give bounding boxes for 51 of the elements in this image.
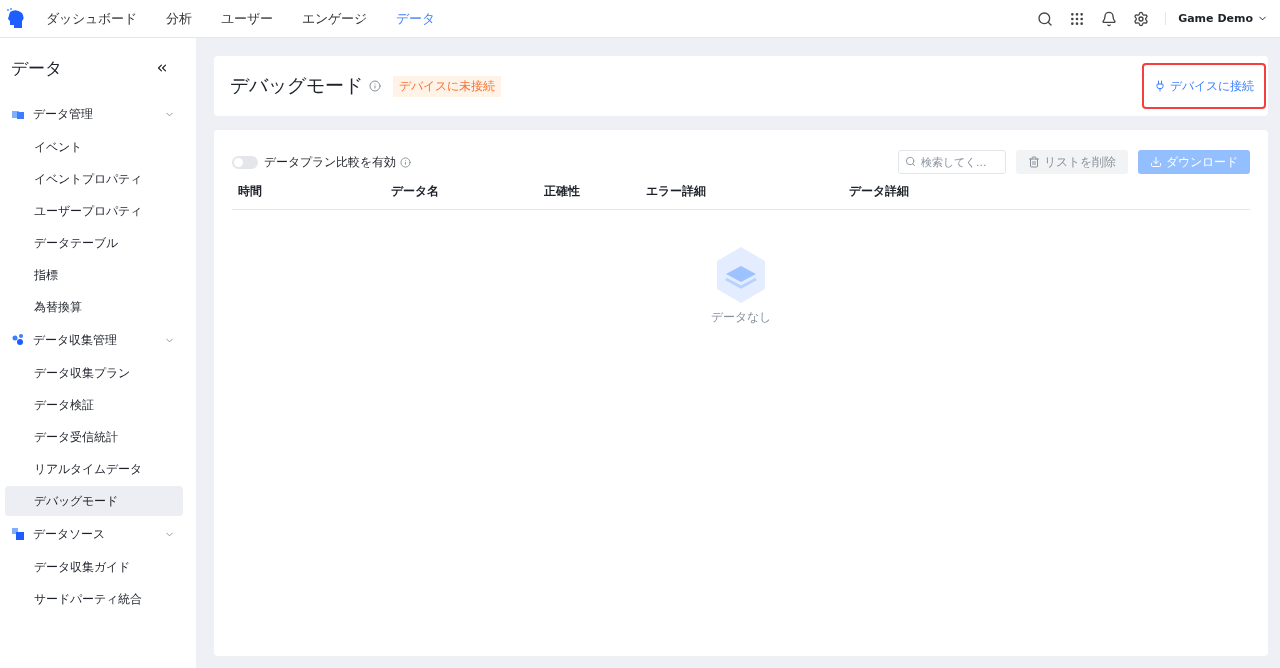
column-header: 時間 <box>238 184 263 199</box>
group-icon <box>11 333 25 347</box>
download-icon <box>1150 156 1162 168</box>
trash-icon <box>1028 156 1040 168</box>
plug-icon <box>1154 80 1166 92</box>
search-icon[interactable] <box>1037 10 1054 27</box>
nav-tab[interactable]: データ <box>396 9 435 28</box>
sidebar-item[interactable]: データテーブル <box>5 228 183 258</box>
empty-box-icon <box>716 246 766 304</box>
page-title: デバッグモード <box>230 73 363 98</box>
collapse-icon[interactable] <box>155 61 169 75</box>
group-label: データ収集管理 <box>33 331 118 349</box>
sidebar-item[interactable]: 為替換算 <box>5 292 183 322</box>
settings-icon[interactable] <box>1133 10 1150 27</box>
sidebar-group[interactable]: データ管理 <box>5 98 183 130</box>
nav-tab[interactable]: ユーザー <box>221 9 273 28</box>
nav-tab[interactable]: ダッシュボード <box>46 9 137 28</box>
sidebar-item[interactable]: デバッグモード <box>5 486 183 516</box>
search-field[interactable]: 検索してく... <box>898 150 1006 174</box>
account-menu[interactable]: Game Demo <box>1165 12 1268 25</box>
sidebar-item[interactable]: ユーザープロパティ <box>5 196 183 226</box>
column-header: 正確性 <box>544 184 581 199</box>
sidebar-item[interactable]: サードパーティ統合 <box>5 584 183 614</box>
connect-device-button[interactable]: デバイスに接続 <box>1142 63 1266 109</box>
toggle-label: データプラン比較を有効 <box>264 154 396 170</box>
bell-icon[interactable] <box>1101 10 1118 27</box>
sidebar-group[interactable]: データ収集管理 <box>5 324 183 356</box>
sidebar-item[interactable]: データ検証 <box>5 390 183 420</box>
group-label: データソース <box>33 525 106 543</box>
sidebar-title: データ <box>11 56 62 80</box>
nav-tab[interactable]: エンゲージ <box>302 9 367 28</box>
column-header: データ名 <box>391 184 440 199</box>
sidebar-item[interactable]: 指標 <box>5 260 183 290</box>
toggle-switch[interactable] <box>232 155 258 169</box>
status-tag: デバイスに未接続 <box>393 75 501 97</box>
sidebar-item[interactable]: イベントプロパティ <box>5 164 183 194</box>
sidebar-item[interactable]: データ受信統計 <box>5 422 183 452</box>
sidebar-item[interactable]: リアルタイムデータ <box>5 454 183 484</box>
group-icon <box>11 527 25 541</box>
sidebar-item[interactable]: イベント <box>5 132 183 162</box>
sidebar-item[interactable]: データ収集ガイド <box>5 552 183 582</box>
sidebar-item[interactable]: データ収集プラン <box>5 358 183 388</box>
column-header: エラー詳細 <box>646 184 707 199</box>
nav-tab[interactable]: 分析 <box>166 9 192 28</box>
empty-text: データなし <box>711 310 771 325</box>
column-header: データ詳細 <box>849 184 910 199</box>
logo-icon <box>6 7 26 30</box>
group-label: データ管理 <box>33 105 94 123</box>
info-icon[interactable] <box>400 156 411 168</box>
apps-grid-icon[interactable] <box>1069 10 1086 27</box>
sidebar-group[interactable]: データソース <box>5 518 183 550</box>
